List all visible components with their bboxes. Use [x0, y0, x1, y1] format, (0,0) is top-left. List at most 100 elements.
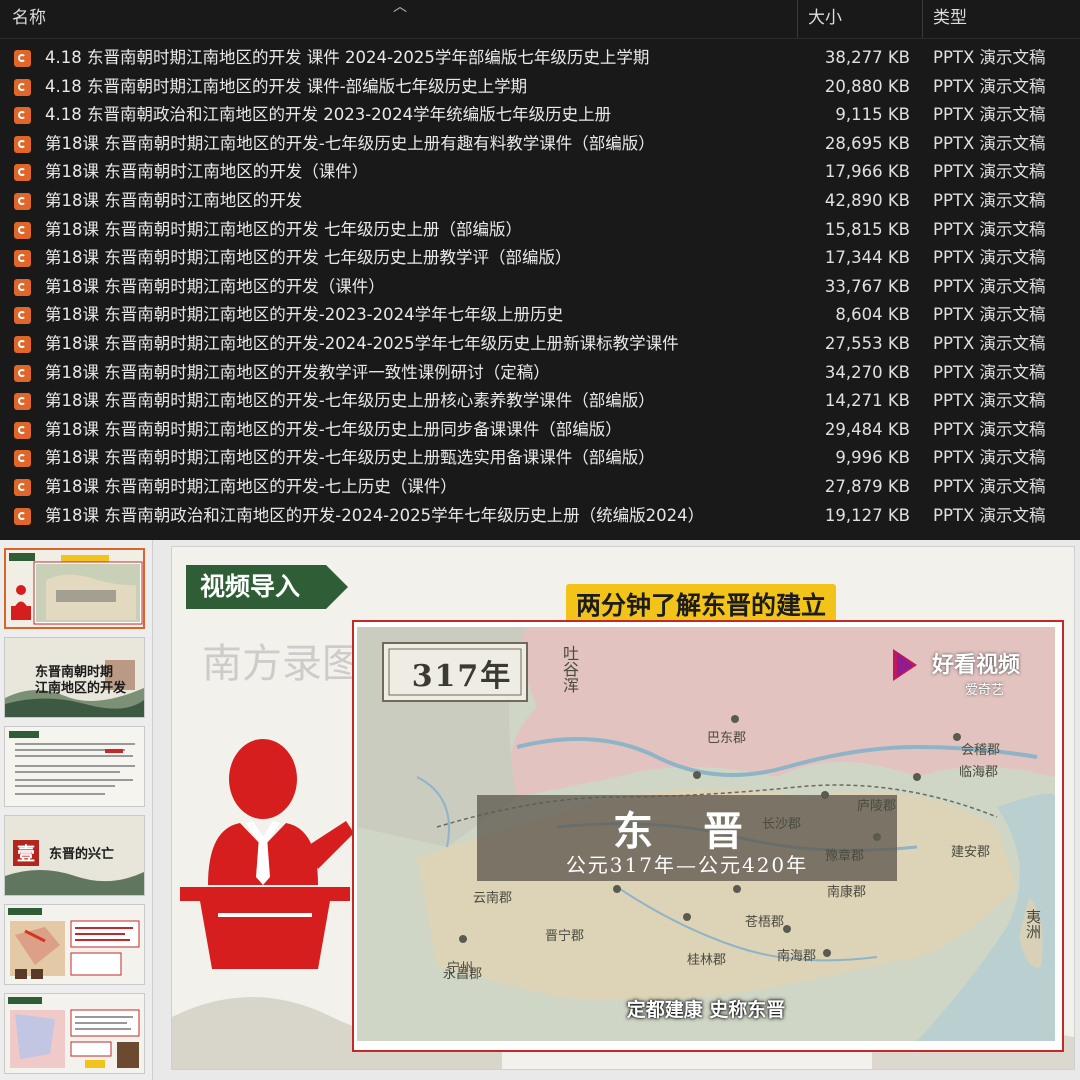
file-row[interactable]: 4.18 东晋南朝时期江南地区的开发 课件-部编版七年级历史上学期 20,880 … [0, 73, 1080, 102]
column-header-type[interactable]: 类型 [933, 0, 967, 38]
file-size: 42,890 KB [824, 190, 910, 210]
pptx-file-icon [14, 393, 31, 411]
map-label: 吐谷浑 [560, 645, 579, 693]
slide-thumbnail-5[interactable] [4, 904, 145, 985]
file-row[interactable]: 第18课 东晋南朝时江南地区的开发（课件） 17,966 KB PPTX 演示文稿 [0, 158, 1080, 187]
file-size: 27,879 KB [824, 476, 910, 496]
pptx-file-icon [14, 135, 31, 153]
sort-ascending-icon[interactable]: ︿ [393, 0, 407, 16]
file-row[interactable]: 第18课 东晋南朝时期江南地区的开发 七年级历史上册教学评（部编版） 17,344… [0, 244, 1080, 273]
map-label: 桂林郡 [687, 953, 727, 968]
file-type: PPTX 演示文稿 [933, 190, 1046, 210]
file-name: 第18课 东晋南朝时期江南地区的开发-七年级历史上册核心素养教学课件（部编版） [45, 391, 655, 411]
video-logo-sub: 爱奇艺 [965, 683, 1005, 698]
pptx-file-icon [14, 250, 31, 268]
file-name: 第18课 东晋南朝时期江南地区的开发 七年级历史上册教学评（部编版） [45, 248, 572, 268]
file-type: PPTX 演示文稿 [933, 476, 1046, 496]
slide-thumbnail-3[interactable] [4, 726, 145, 807]
file-name: 第18课 东晋南朝时期江南地区的开发教学评一致性课例研讨（定稿） [45, 362, 550, 382]
video-logo: 好看视频 [932, 653, 1021, 678]
file-row[interactable]: 第18课 东晋南朝时期江南地区的开发-七上历史（课件） 27,879 KB PPTX… [0, 473, 1080, 502]
file-row[interactable]: 第18课 东晋南朝时期江南地区的开发-2024-2025学年七年级历史上册新课标… [0, 330, 1080, 359]
pptx-file-icon [14, 164, 31, 182]
file-name: 第18课 东晋南朝政治和江南地区的开发-2024-2025学年七年级历史上册（统… [45, 505, 705, 525]
file-name: 第18课 东晋南朝时江南地区的开发 [45, 190, 303, 210]
thumbnail-3-preview [5, 727, 144, 806]
column-divider[interactable] [922, 0, 923, 38]
file-row[interactable]: 第18课 东晋南朝时期江南地区的开发教学评一致性课例研讨（定稿） 34,270 K… [0, 359, 1080, 388]
presenter-icon [180, 739, 354, 969]
slide-thumbnail-6[interactable] [4, 993, 145, 1074]
slide-watermark: 南方录图 [202, 641, 362, 687]
file-row[interactable]: 第18课 东晋南朝政治和江南地区的开发-2024-2025学年七年级历史上册（统… [0, 502, 1080, 531]
column-divider[interactable] [797, 0, 798, 38]
file-type: PPTX 演示文稿 [933, 76, 1046, 96]
thumbnail-6-preview [5, 994, 144, 1073]
column-header-bar: ︿ 名称 大小 类型 [0, 0, 1080, 39]
file-size: 29,484 KB [824, 419, 910, 439]
file-name: 第18课 东晋南朝时期江南地区的开发-2024-2025学年七年级历史上册新课标… [45, 333, 679, 353]
file-name: 第18课 东晋南朝时期江南地区的开发-七年级历史上册同步备课课件（部编版） [45, 419, 622, 439]
section-tag: 视频导入 [186, 565, 348, 609]
current-slide[interactable]: 南方录图 视频导入 两分钟了解东晋的建立 317年 好看视频 爱奇艺 东 晋 公… [171, 546, 1075, 1070]
pptx-file-icon [14, 50, 31, 67]
video-player[interactable]: 317年 好看视频 爱奇艺 东 晋 公元317年—公元420年 定都建康 史称东… [357, 627, 1055, 1041]
svg-text:江南地区的开发: 江南地区的开发 [35, 680, 127, 696]
file-size: 8,604 KB [835, 305, 910, 325]
file-name: 第18课 东晋南朝时期江南地区的开发 七年级历史上册（部编版） [45, 219, 522, 239]
thumbnail-5-preview [5, 905, 144, 984]
file-size: 38,277 KB [824, 48, 910, 67]
map-label: 晋宁郡 [545, 929, 585, 944]
file-row[interactable]: 4.18 东晋南朝时期江南地区的开发 课件 2024-2025学年部编版七年级历… [0, 44, 1080, 73]
pptx-file-icon [14, 307, 31, 325]
file-type: PPTX 演示文稿 [933, 219, 1046, 239]
slide-thumbnail-pane: 东晋南朝时期 江南地区的开发 壹 东晋的兴亡 [0, 540, 153, 1080]
file-size: 27,553 KB [824, 333, 910, 353]
file-row[interactable]: 第18课 东晋南朝时期江南地区的开发-七年级历史上册甄选实用备课课件（部编版） 9… [0, 444, 1080, 473]
file-type: PPTX 演示文稿 [933, 505, 1046, 525]
file-type: PPTX 演示文稿 [933, 391, 1046, 411]
file-size: 19,127 KB [824, 505, 910, 525]
file-row[interactable]: 第18课 东晋南朝时期江南地区的开发-七年级历史上册核心素养教学课件（部编版） 1… [0, 387, 1080, 416]
file-row[interactable]: 第18课 东晋南朝时期江南地区的开发-2023-2024学年七年级上册历史 8,6… [0, 301, 1080, 330]
file-explorer: ︿ 名称 大小 类型 4.18 东晋南朝时期江南地区的开发 课件 2024-20… [0, 0, 1080, 540]
file-type: PPTX 演示文稿 [933, 276, 1046, 296]
file-size: 20,880 KB [824, 76, 910, 96]
file-size: 14,271 KB [824, 391, 910, 411]
file-row[interactable]: 第18课 东晋南朝时期江南地区的开发-七年级历史上册同步备课课件（部编版） 29,… [0, 416, 1080, 445]
file-type: PPTX 演示文稿 [933, 48, 1046, 67]
pptx-file-icon [14, 507, 31, 525]
file-name: 4.18 东晋南朝时期江南地区的开发 课件-部编版七年级历史上学期 [45, 76, 528, 96]
file-size: 9,996 KB [835, 448, 910, 468]
file-size: 33,767 KB [824, 276, 910, 296]
file-row[interactable]: 第18课 东晋南朝时期江南地区的开发 七年级历史上册（部编版） 15,815 KB… [0, 216, 1080, 245]
map-label: 会稽郡 [961, 743, 1001, 758]
file-row[interactable]: 第18课 东晋南朝时期江南地区的开发（课件） 33,767 KB PPTX 演示文稿 [0, 273, 1080, 302]
pptx-file-icon [14, 421, 31, 439]
column-header-size[interactable]: 大小 [808, 0, 842, 38]
slide-thumbnail-1[interactable] [4, 548, 145, 629]
year-label: 317年 [411, 659, 513, 694]
svg-text:东晋南朝时期: 东晋南朝时期 [35, 664, 113, 680]
file-row[interactable]: 第18课 东晋南朝时江南地区的开发 42,890 KB PPTX 演示文稿 [0, 187, 1080, 216]
file-name: 第18课 东晋南朝时江南地区的开发（课件） [45, 162, 369, 182]
thumbnail-4-preview: 壹 东晋的兴亡 [5, 816, 144, 895]
pptx-file-icon [14, 478, 31, 496]
file-row[interactable]: 第18课 东晋南朝时期江南地区的开发-七年级历史上册有趣有料教学课件（部编版） 2… [0, 130, 1080, 159]
file-name: 第18课 东晋南朝时期江南地区的开发-2023-2024学年七年级上册历史 [45, 305, 564, 325]
column-header-name[interactable]: 名称 [12, 0, 46, 38]
file-name: 第18课 东晋南朝时期江南地区的开发（课件） [45, 276, 385, 296]
pptx-file-icon [14, 192, 31, 210]
file-row[interactable]: 4.18 东晋南朝政治和江南地区的开发 2023-2024学年统编版七年级历史上… [0, 101, 1080, 130]
file-size: 28,695 KB [824, 133, 910, 153]
file-type: PPTX 演示文稿 [933, 333, 1046, 353]
slide-thumbnail-4[interactable]: 壹 东晋的兴亡 [4, 815, 145, 896]
map-label: 云南郡 [473, 891, 513, 906]
map-label: 永昌郡 [443, 967, 483, 982]
file-name: 第18课 东晋南朝时期江南地区的开发-七年级历史上册甄选实用备课课件（部编版） [45, 448, 655, 468]
pptx-file-icon [14, 278, 31, 296]
file-name: 第18课 东晋南朝时期江南地区的开发-七上历史（课件） [45, 476, 457, 496]
slide-thumbnail-2[interactable]: 东晋南朝时期 江南地区的开发 [4, 637, 145, 718]
map-label: 南海郡 [777, 949, 817, 964]
file-list: 4.18 东晋南朝时期江南地区的开发 课件 2024-2025学年部编版七年级历… [0, 44, 1080, 530]
